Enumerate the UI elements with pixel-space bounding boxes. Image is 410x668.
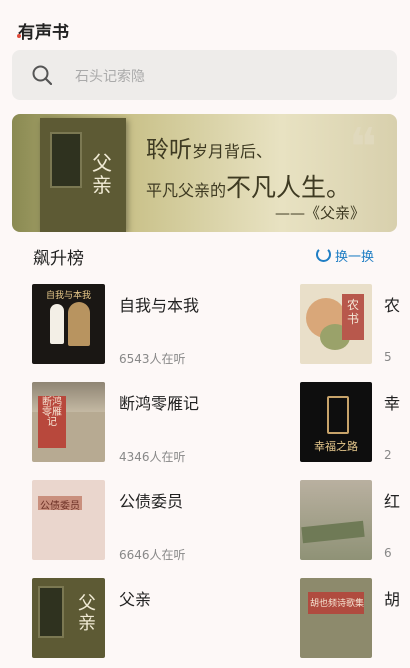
book-cover[interactable]: 幸福之路 (300, 382, 372, 462)
listener-count-peek: 5 (384, 350, 392, 364)
refresh-button[interactable]: 换一换 (316, 246, 374, 265)
book-cover[interactable]: 农书 (300, 284, 372, 364)
header-dot (17, 34, 21, 38)
banner-line-3: ——《父亲》 (274, 204, 365, 222)
book-cover[interactable]: 断鸿零雁记 (32, 382, 105, 462)
banner-book-cover: 父亲 (40, 118, 126, 232)
list-row: 父亲 父亲 胡也频诗歌集 胡 (0, 578, 410, 668)
banner-cover-window (50, 132, 82, 188)
book-title-peek[interactable]: 红 (384, 488, 404, 512)
book-cover-title: 胡也频诗歌集 (310, 599, 365, 609)
list-row: 自我与本我 自我与本我 6543人在听 农书 农 5 (0, 284, 410, 374)
cover-figure (68, 302, 90, 346)
book-cover-title: 幸福之路 (314, 440, 358, 453)
listener-count: 6543人在听 (119, 352, 186, 366)
book-cover[interactable] (300, 480, 372, 560)
banner-line-2-small: 平凡父亲的 (146, 181, 227, 200)
section-title: 飙升榜 (33, 249, 84, 269)
search-placeholder: 石头记索隐 (75, 69, 145, 85)
search-icon (32, 65, 52, 85)
book-cover[interactable]: 胡也频诗歌集 (300, 578, 372, 658)
book-cover-title: 断鸿零雁记 (42, 397, 62, 428)
page-title: 有声书 (18, 23, 69, 43)
listener-count: 4346人在听 (119, 450, 186, 464)
banner-line-1-big: 聆听 (146, 137, 192, 163)
banner-line-1-small: 岁月背后、 (192, 142, 273, 161)
book-cover-title: 农书 (346, 298, 359, 326)
book-title-peek[interactable]: 幸 (384, 390, 404, 414)
quote-icon: ❝ (349, 118, 377, 178)
hourglass-icon (327, 396, 349, 434)
listener-count: 6646人在听 (119, 548, 186, 562)
page-header: 有声书 (17, 18, 69, 43)
book-cover[interactable]: 自我与本我 (32, 284, 105, 364)
book-cover-title: 父亲 (78, 593, 96, 634)
banner-line-2-big: 不凡人生。 (226, 173, 352, 202)
book-title-peek[interactable]: 胡 (384, 586, 404, 610)
cover-window (38, 586, 64, 638)
list-row: 公债委员 公债委员 6646人在听 红 6 (0, 480, 410, 570)
book-cover[interactable]: 父亲 (32, 578, 105, 658)
cover-label (301, 520, 365, 544)
book-title[interactable]: 父亲 (119, 586, 151, 610)
listener-count-peek: 2 (384, 448, 392, 462)
book-title[interactable]: 公债委员 (119, 488, 183, 512)
book-cover-title: 公债委员 (40, 501, 80, 512)
banner-line-2: 平凡父亲的不凡人生。 (146, 168, 351, 204)
book-title[interactable]: 自我与本我 (119, 292, 199, 316)
cover-figure (50, 304, 64, 344)
refresh-icon (316, 247, 331, 262)
book-title-peek[interactable]: 农 (384, 292, 404, 316)
banner-cover-title: 父亲 (92, 151, 112, 197)
book-cover-title: 自我与本我 (45, 291, 91, 301)
banner-line-1: 聆听岁月背后、 (146, 130, 272, 164)
book-title[interactable]: 断鸿零雁记 (119, 390, 199, 414)
refresh-label: 换一换 (335, 250, 375, 265)
promo-banner[interactable]: 父亲 ❝ 聆听岁月背后、 平凡父亲的不凡人生。 ——《父亲》 (12, 114, 397, 232)
search-bar[interactable]: 石头记索隐 (12, 50, 397, 100)
book-cover[interactable]: 公债委员 (32, 480, 105, 560)
listener-count-peek: 6 (384, 546, 392, 560)
list-row: 断鸿零雁记 断鸿零雁记 4346人在听 幸福之路 幸 2 (0, 382, 410, 472)
